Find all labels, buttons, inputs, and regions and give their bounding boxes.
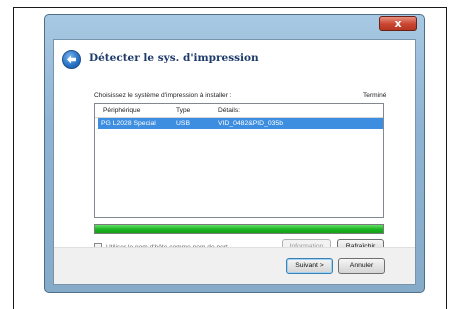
- column-header-type[interactable]: Type: [176, 107, 190, 114]
- status-label: Terminé: [363, 92, 387, 99]
- list-header: Périphérique Type Détails:: [95, 104, 383, 118]
- progress-fill: [95, 225, 383, 233]
- close-button[interactable]: x: [379, 16, 417, 31]
- cancel-button[interactable]: Annuler: [338, 258, 385, 274]
- table-row[interactable]: PG L2028 Special USB VID_0482&PID_035b: [98, 118, 383, 129]
- frame-line-top: [13, 7, 447, 8]
- instruction-label: Choisissez le système d'impression à ins…: [94, 92, 232, 99]
- window-client-area: Détecter le sys. d'impression Choisissez…: [53, 39, 416, 285]
- dialog-footer: Suivant > Annuler: [54, 247, 415, 284]
- column-header-details[interactable]: Détails:: [218, 107, 240, 114]
- detection-progress-bar: [94, 224, 384, 234]
- row-device-cell: PG L2028 Special: [101, 120, 156, 127]
- row-type-cell: USB: [176, 120, 190, 127]
- column-header-device[interactable]: Périphérique: [103, 107, 140, 114]
- frame-line-left: [13, 7, 14, 309]
- next-button[interactable]: Suivant >: [286, 258, 333, 274]
- close-icon: x: [394, 17, 402, 30]
- back-arrow-icon: [67, 55, 76, 64]
- back-button[interactable]: [62, 50, 81, 69]
- frame-line-right: [446, 7, 447, 309]
- printer-detection-window: x Détecter le sys. d'impression Choisiss…: [44, 14, 425, 293]
- row-details-cell: VID_0482&PID_035b: [218, 120, 283, 127]
- page-title: Détecter le sys. d'impression: [89, 52, 259, 64]
- printer-list[interactable]: Périphérique Type Détails: PG L2028 Spec…: [94, 103, 384, 218]
